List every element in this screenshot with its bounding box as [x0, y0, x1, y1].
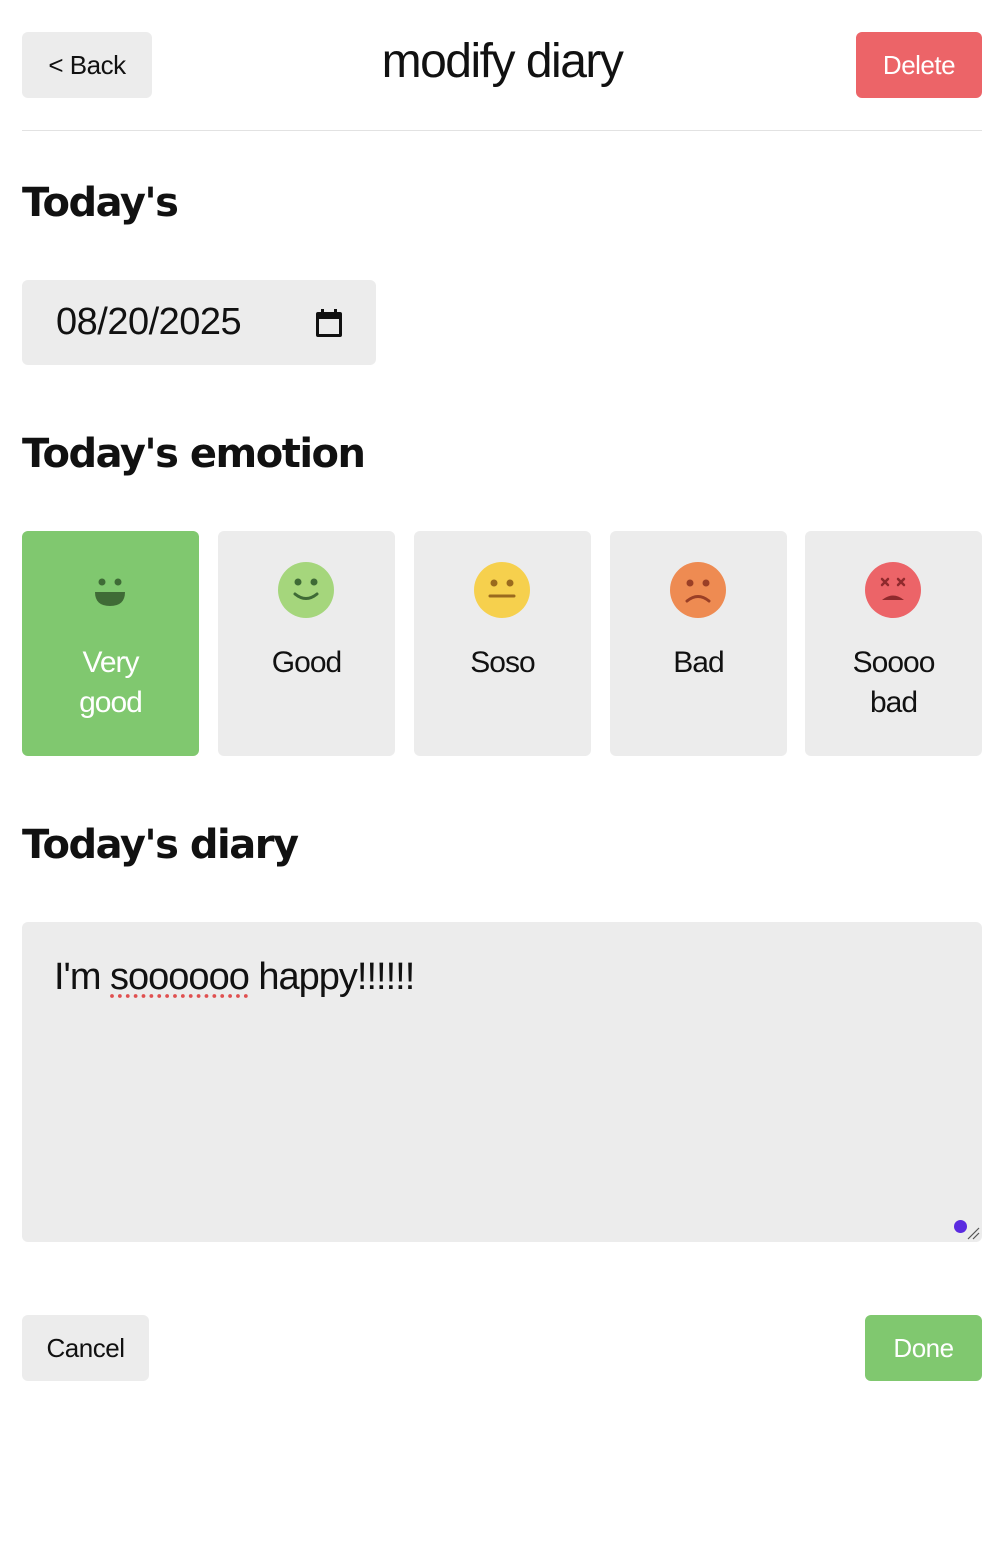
soso-face-icon [474, 562, 530, 618]
header: < Back modify diary Delete [22, 0, 982, 131]
diary-text-misspelled: soooooo [110, 956, 250, 998]
diary-text-suffix: happy!!!!!! [248, 956, 415, 998]
diary-heading: Today's diary [22, 822, 299, 868]
good-face-icon [278, 562, 334, 618]
emotion-label: Very good [79, 646, 143, 719]
diary-textarea[interactable]: I'm soooooo happy!!!!!! [22, 922, 982, 1242]
emotion-card-soooo-bad[interactable]: Soooo bad [805, 531, 982, 756]
emotion-label: Good [271, 646, 342, 679]
modify-diary-page: < Back modify diary Delete Today's 08/20… [0, 0, 1004, 1552]
date-heading: Today's [22, 180, 179, 226]
emotion-list: Very good Good Soso Bad Soooo bad [22, 531, 982, 756]
very-good-face-icon [82, 562, 138, 618]
emotion-card-soso[interactable]: Soso [414, 531, 591, 756]
calendar-icon[interactable] [316, 308, 342, 337]
very-bad-face-icon [865, 562, 921, 618]
emotion-card-good[interactable]: Good [218, 531, 395, 756]
emotion-card-bad[interactable]: Bad [610, 531, 787, 756]
emotion-label: Soooo bad [852, 646, 936, 719]
emotion-heading: Today's emotion [22, 431, 366, 477]
done-button[interactable]: Done [865, 1315, 982, 1381]
diary-text-prefix: I'm [54, 956, 111, 998]
resize-handle-icon[interactable] [966, 1226, 980, 1240]
date-value[interactable]: 08/20/2025 [56, 301, 316, 344]
page-title: modify diary [381, 35, 624, 88]
date-input[interactable]: 08/20/2025 [22, 280, 376, 365]
cancel-button[interactable]: Cancel [22, 1315, 149, 1381]
bad-face-icon [670, 562, 726, 618]
emotion-label: Bad [673, 646, 724, 679]
diary-text[interactable]: I'm soooooo happy!!!!!! [54, 956, 950, 999]
emotion-label: Soso [470, 646, 535, 679]
delete-button[interactable]: Delete [856, 32, 982, 98]
emotion-card-very-good[interactable]: Very good [22, 531, 199, 756]
